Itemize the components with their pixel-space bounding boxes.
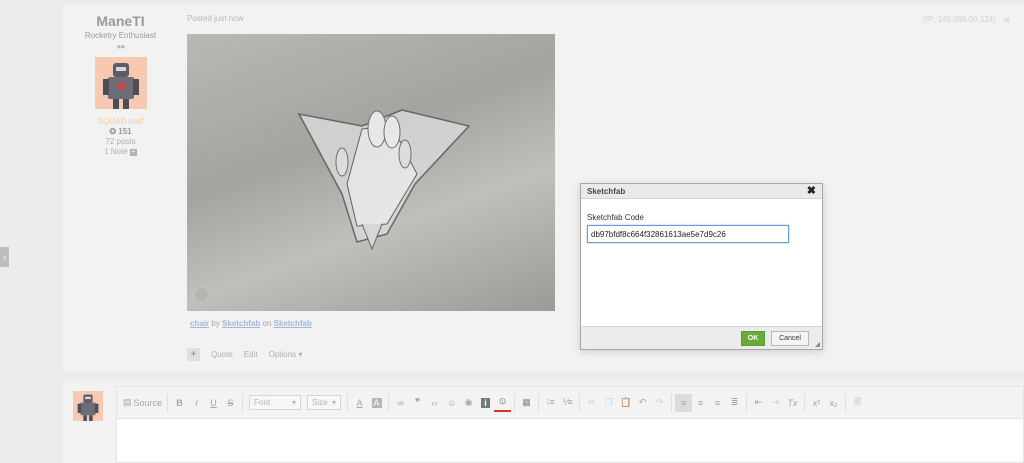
forum-post: ManeTI Rocketry Enthusiast ●● SQUAD staf… [63,5,1024,371]
cancel-button[interactable]: Cancel [771,331,809,346]
italic-button[interactable]: I [188,394,205,412]
font-select-label: Font [254,398,271,407]
size-select-label: Size [312,398,328,407]
post-count: 72 posts [105,137,136,146]
toolbar-divider [242,393,244,412]
sidebar-expand-tab[interactable]: › [0,247,9,267]
bulleted-list-icon[interactable]: ⁝≡ [542,394,559,412]
author-panel: ManeTI Rocketry Enthusiast ●● SQUAD staf… [63,5,178,156]
emoji-icon[interactable]: ☺ [443,394,460,412]
sketchfab-code-label: Sketchfab Code [587,213,644,222]
toolbar-divider [804,393,806,412]
dialog-title: Sketchfab [587,186,626,196]
spoiler-icon[interactable]: ◉ [460,394,477,412]
source-label: Source [133,397,163,408]
sketchfab-code-input[interactable] [587,225,789,243]
align-center-icon[interactable]: ≡ [692,394,709,412]
superscript-icon[interactable]: x² [808,394,825,412]
dialog-titlebar[interactable]: Sketchfab ✖ [581,184,822,199]
edit-button[interactable]: Edit [244,350,258,359]
quote-button[interactable]: Quote [211,350,233,359]
bold-button[interactable]: B [171,394,188,412]
cut-icon[interactable]: ✂ [583,394,600,412]
sketchfab-icon[interactable]: ⊙ [494,394,512,412]
align-left-icon[interactable]: ≡ [675,393,693,412]
ok-button[interactable]: OK [741,331,765,346]
undo-icon[interactable]: ↶ [634,394,651,412]
author-title: Rocketry Enthusiast [84,31,157,40]
copy-icon[interactable]: ❐ [600,394,617,412]
rich-text-editor: ▤ Source B I U S Font ▾ Size ▾ A A ∞ ❞ ‹› ☺… [116,386,1024,463]
quote-icon[interactable]: ❞ [409,394,426,412]
code-icon[interactable]: ‹› [426,394,443,412]
embed-caption: chair by Sketchfab on Sketchfab [190,319,312,328]
resize-handle[interactable] [815,342,820,347]
indent-icon[interactable]: ⇥ [767,394,784,412]
author-link[interactable]: Sketchfab [222,319,260,328]
editor-toolbar: ▤ Source B I U S Font ▾ Size ▾ A A ∞ ❞ ‹› ☺… [117,387,1023,419]
sketchfab-embed[interactable] [187,34,555,311]
dialog-body: Sketchfab Code [581,199,822,243]
toolbar-divider [388,393,390,412]
reply-box: ▤ Source B I U S Font ▾ Size ▾ A A ∞ ❞ ‹› ☺… [63,380,1024,463]
notes-link[interactable]: 1 Note + [63,147,178,156]
info-icon[interactable]: i [477,394,494,412]
share-icon[interactable]: ⋖ [1002,15,1010,26]
reputation-icon: ✪ [109,127,117,136]
source-icon: ▤ [123,397,132,407]
font-select[interactable]: Font ▾ [249,395,302,410]
link-icon[interactable]: ∞ [392,394,409,412]
paste-icon[interactable]: 📋 [617,394,634,412]
redo-icon[interactable]: ↷ [651,394,668,412]
align-justify-icon[interactable]: ≣ [726,394,743,412]
text-color-button[interactable]: A [351,394,368,412]
strikethrough-button[interactable]: S [222,394,239,412]
model-preview-image [297,109,471,251]
size-select[interactable]: Size ▾ [307,395,342,410]
multiquote-button[interactable]: + [187,348,200,361]
numbered-list-icon[interactable]: ⅟≡ [559,394,576,412]
dialog-footer: OK Cancel [581,326,822,349]
author-name[interactable]: ManeTI [63,13,178,29]
toolbar-divider [746,393,748,412]
close-icon[interactable]: ✖ [807,185,816,197]
post-ip: (IP: 146.088.00.124) [923,15,996,24]
toolbar-divider [514,393,516,412]
options-menu[interactable]: Options ▾ [269,350,303,359]
sketchfab-dialog: Sketchfab ✖ Sketchfab Code OK Cancel [580,183,823,350]
toolbar-divider [579,393,581,412]
background-color-button[interactable]: A [368,394,385,412]
toolbar-divider [538,393,540,412]
toolbar-divider [845,393,847,412]
post-actions: + Quote Edit Options ▾ [187,348,302,361]
underline-button[interactable]: U [205,394,222,412]
subscript-icon[interactable]: x₂ [825,394,842,412]
current-user-avatar [73,391,103,421]
caption-on: on [260,319,274,328]
preview-icon[interactable]: 🗎 [849,394,866,412]
toolbar-divider [167,393,169,412]
caption-by: by [209,319,223,328]
notes-label: 1 Note [104,147,128,156]
chevron-down-icon: ▾ [332,398,337,407]
outdent-icon[interactable]: ⇤ [750,394,767,412]
site-link[interactable]: Sketchfab [274,319,312,328]
source-button[interactable]: ▤ Source [121,394,164,412]
author-group: SQUAD staff [97,117,144,126]
remove-format-icon[interactable]: Tx [784,394,801,412]
chevron-down-icon: ▾ [292,398,297,407]
table-icon[interactable]: ▦ [518,394,535,412]
rank-pips: ●● [116,42,126,51]
align-right-icon[interactable]: ≡ [709,394,726,412]
toolbar-divider [347,393,349,412]
sketchfab-logo-icon[interactable] [194,287,209,302]
reputation-badge: ✪ 151 [63,127,178,136]
toolbar-divider [671,393,673,412]
model-link[interactable]: chair [190,319,209,328]
post-timestamp[interactable]: Posted just now [187,14,243,23]
reputation-count: 151 [118,127,132,136]
add-note-icon[interactable]: + [129,149,137,156]
author-avatar[interactable] [94,57,147,109]
editor-content-area[interactable] [117,419,1023,463]
